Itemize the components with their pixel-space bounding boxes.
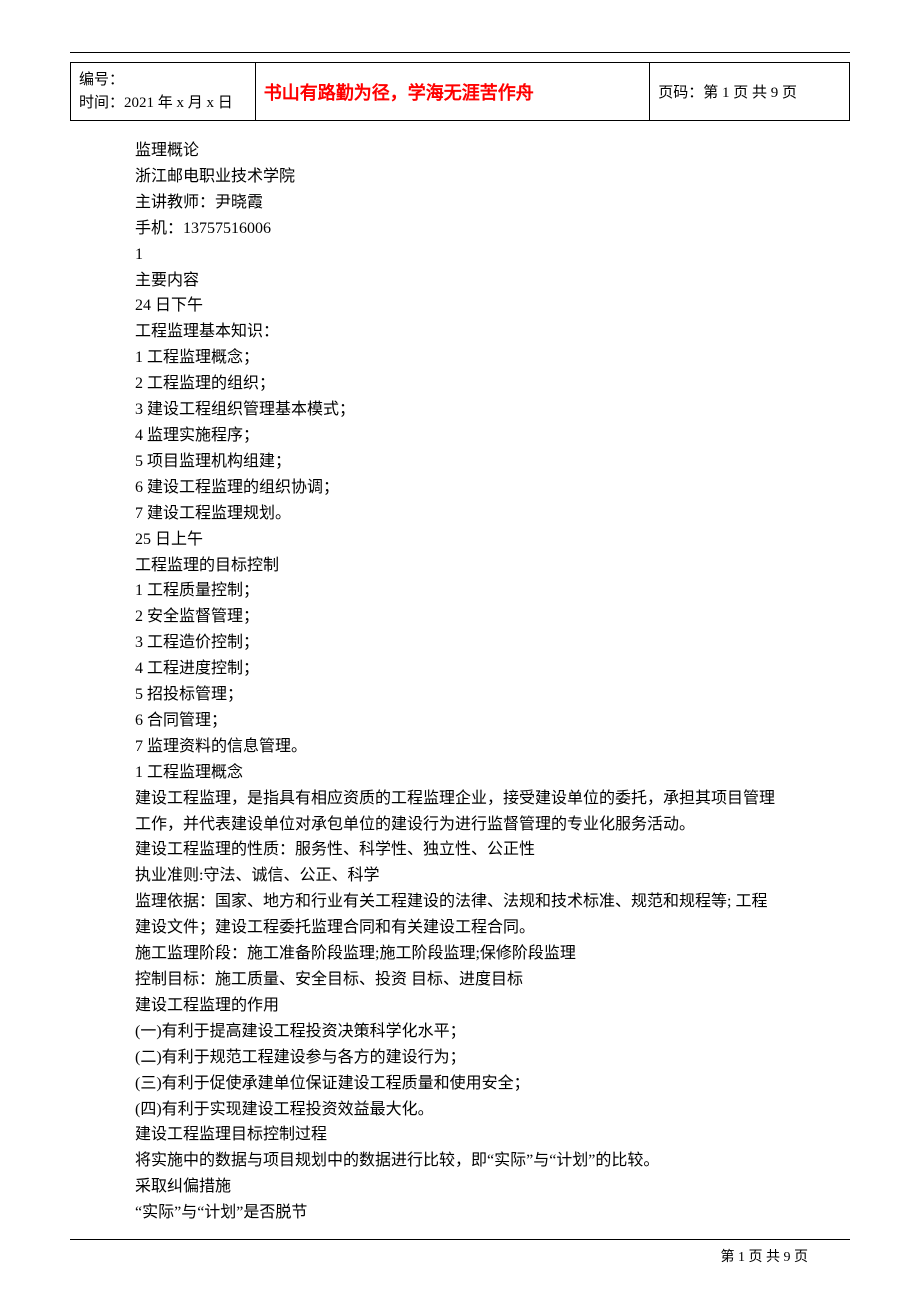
header-center-cell: 书山有路勤为径，学海无涯苦作舟 <box>255 63 649 121</box>
header-right-cell: 页码：第 1 页 共 9 页 <box>650 63 850 121</box>
body-line: 2 安全监督管理； <box>135 604 850 630</box>
body-line: 主要内容 <box>135 268 850 294</box>
body-line: 建设工程监理目标控制过程 <box>135 1122 850 1148</box>
body-line: “实际”与“计划”是否脱节 <box>135 1200 850 1226</box>
body-line: 主讲教师：尹晓霞 <box>135 190 850 216</box>
body-line: 1 工程质量控制； <box>135 578 850 604</box>
body-line: (四)有利于实现建设工程投资效益最大化。 <box>135 1097 850 1123</box>
body-line: 监理概论 <box>135 138 850 164</box>
body-line: 浙江邮电职业技术学院 <box>135 164 850 190</box>
body-line: 5 招投标管理； <box>135 682 850 708</box>
header-page-label: 页码：第 1 页 共 9 页 <box>658 85 797 101</box>
body-line: 4 监理实施程序； <box>135 423 850 449</box>
body-line: 6 合同管理； <box>135 708 850 734</box>
body-line: 1 工程监理概念； <box>135 345 850 371</box>
body-line: 2 工程监理的组织； <box>135 371 850 397</box>
body-line: 采取纠偏措施 <box>135 1174 850 1200</box>
body-line: 3 建设工程组织管理基本模式； <box>135 397 850 423</box>
body-line: 建设文件；建设工程委托监理合同和有关建设工程合同。 <box>135 915 850 941</box>
body-line: 将实施中的数据与项目规划中的数据进行比较，即“实际”与“计划”的比较。 <box>135 1148 850 1174</box>
body-line: 施工监理阶段：施工准备阶段监理;施工阶段监理;保修阶段监理 <box>135 941 850 967</box>
top-horizontal-rule <box>70 52 850 53</box>
body-line: 控制目标：施工质量、安全目标、投资 目标、进度目标 <box>135 967 850 993</box>
body-line: (三)有利于促使承建单位保证建设工程质量和使用安全； <box>135 1071 850 1097</box>
body-line: (二)有利于规范工程建设参与各方的建设行为； <box>135 1045 850 1071</box>
body-line: 工程监理的目标控制 <box>135 553 850 579</box>
body-line: 7 监理资料的信息管理。 <box>135 734 850 760</box>
body-line: 6 建设工程监理的组织协调； <box>135 475 850 501</box>
body-line: 建设工程监理，是指具有相应资质的工程监理企业，接受建设单位的委托，承担其项目管理 <box>135 786 850 812</box>
body-line: 监理依据：国家、地方和行业有关工程建设的法律、法规和技术标准、规范和规程等; 工… <box>135 889 850 915</box>
document-body: 监理概论浙江邮电职业技术学院主讲教师：尹晓霞手机：137575160061主要内… <box>135 138 850 1226</box>
body-line: 3 工程造价控制； <box>135 630 850 656</box>
body-line: 1 工程监理概念 <box>135 760 850 786</box>
body-line: 手机：13757516006 <box>135 216 850 242</box>
body-line: 1 <box>135 242 850 268</box>
body-line: 25 日上午 <box>135 527 850 553</box>
body-line: 执业准则:守法、诚信、公正、科学 <box>135 863 850 889</box>
header-motto: 书山有路勤为径，学海无涯苦作舟 <box>264 83 534 103</box>
footer-horizontal-rule <box>70 1239 850 1240</box>
body-line: 24 日下午 <box>135 293 850 319</box>
doc-id-label: 编号： <box>79 69 247 92</box>
header-table: 编号： 时间：2021 年 x 月 x 日 书山有路勤为径，学海无涯苦作舟 页码… <box>70 62 850 121</box>
doc-time-label: 时间：2021 年 x 月 x 日 <box>79 92 247 115</box>
body-line: 4 工程进度控制； <box>135 656 850 682</box>
body-line: 5 项目监理机构组建； <box>135 449 850 475</box>
body-line: 建设工程监理的作用 <box>135 993 850 1019</box>
header-left-cell: 编号： 时间：2021 年 x 月 x 日 <box>71 63 256 121</box>
body-line: (一)有利于提高建设工程投资决策科学化水平； <box>135 1019 850 1045</box>
footer-page-number: 第 1 页 共 9 页 <box>721 1246 809 1266</box>
body-line: 7 建设工程监理规划。 <box>135 501 850 527</box>
body-line: 工作，并代表建设单位对承包单位的建设行为进行监督管理的专业化服务活动。 <box>135 812 850 838</box>
body-line: 工程监理基本知识： <box>135 319 850 345</box>
body-line: 建设工程监理的性质：服务性、科学性、独立性、公正性 <box>135 837 850 863</box>
